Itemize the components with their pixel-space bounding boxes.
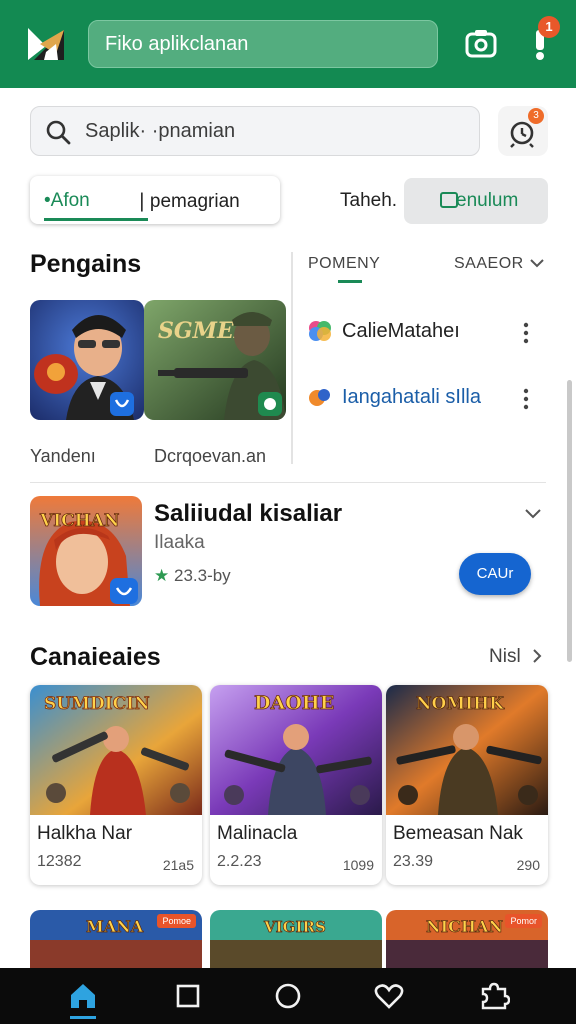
tab-popular[interactable]: POMENY: [308, 255, 380, 273]
star-icon: ★: [154, 566, 170, 585]
game-card-art-title: SUMDICIN: [44, 694, 150, 714]
featured-art: VICHAN: [30, 496, 142, 606]
list-item-2[interactable]: Iangahatali sIlla: [342, 386, 481, 409]
filter-chip-secondary[interactable]: enulum: [404, 178, 548, 224]
puzzle-icon[interactable]: [478, 980, 510, 1012]
game-value: 12382: [37, 853, 82, 870]
game-card-art: SUMDICIN: [30, 685, 202, 815]
filter-chip-label-2: ❘pemagrian: [134, 191, 240, 212]
search-icon: [46, 120, 71, 145]
game-card-art-title: NICHAN: [426, 917, 503, 936]
game-name: Malinacla: [217, 823, 298, 844]
more-icon[interactable]: [522, 322, 530, 344]
circle-icon[interactable]: [272, 980, 304, 1012]
filter-chip-active[interactable]: •Afon ❘pemagrian: [30, 176, 280, 224]
game-card[interactable]: SUMDICIN Halkha Nar 12382 21a5: [30, 685, 202, 885]
chevron-right-icon[interactable]: [532, 648, 542, 664]
game-name: Halkha Nar: [37, 823, 133, 844]
game-card-art: VIGIRS: [210, 910, 382, 970]
home-icon[interactable]: [67, 980, 99, 1012]
game-art-1: [30, 300, 144, 420]
install-button[interactable]: CAUr: [459, 553, 531, 595]
game-card-art: NOMIHK: [386, 685, 548, 815]
section-title-2: Canaieaies: [30, 643, 161, 671]
game-card-art-title: NOMIHK: [416, 694, 505, 714]
game-card-art-title: VIGIRS: [263, 918, 326, 936]
search-placeholder: Saplik· ·pnamian: [85, 120, 236, 142]
vertical-divider: [291, 252, 293, 464]
card-caption-2: Dcrqoevan.an: [154, 446, 267, 466]
game-card-partial[interactable]: NICHAN Pomor: [386, 910, 548, 970]
game-value-2: 1099: [342, 857, 374, 873]
game-value: 23.39: [393, 853, 434, 870]
game-card-partial[interactable]: MANA Pomoe: [30, 910, 202, 970]
featured-rating: ★ 23.3-by: [154, 566, 231, 586]
top-search-text: Fiko aplikclanan: [105, 33, 249, 55]
game-card-art: DAOHE: [210, 685, 382, 815]
card-caption-1: Yandenı: [30, 446, 96, 466]
game-card[interactable]: NOMIHK Bemeasan Nak 23.39 290: [386, 685, 548, 885]
game-value: 2.2.23: [217, 853, 262, 870]
game-card[interactable]: DAOHE Malinacla 2.2.23 1099: [210, 685, 382, 885]
tab-sort[interactable]: SAAEOR: [454, 255, 524, 273]
section-divider: [30, 482, 546, 483]
section-title: Pengains: [30, 250, 142, 278]
list-item-1[interactable]: CalieMataheı: [342, 320, 460, 343]
filter-chip-secondary-label: enulum: [456, 190, 519, 211]
active-nav-indicator: [70, 1016, 96, 1019]
game-card-art-title: DAOHE: [254, 692, 334, 714]
square-icon[interactable]: [172, 980, 204, 1012]
see-more-link[interactable]: Nisl: [489, 646, 521, 668]
heart-icon[interactable]: [373, 980, 405, 1012]
game-card-partial[interactable]: VIGIRS: [210, 910, 382, 970]
app-logo[interactable]: [26, 24, 66, 64]
game-value-2: 21a5: [162, 857, 194, 873]
featured-subtitle: Ilaaka: [154, 532, 205, 553]
featured-title: Saliiudal kisaliar: [154, 500, 343, 527]
camera-icon[interactable]: [464, 26, 498, 60]
featured-art-title: VICHAN: [39, 511, 119, 531]
game-card-1[interactable]: [30, 300, 144, 420]
small-badge: 3: [528, 108, 544, 124]
chevron-down-icon[interactable]: [524, 508, 542, 520]
chevron-down-icon[interactable]: [530, 258, 544, 268]
filter-chip-label-1: •Afon: [44, 190, 90, 211]
more-icon[interactable]: [522, 388, 530, 410]
hot-badge: Pomoe: [157, 914, 196, 928]
featured-rating-value: 23.3-by: [173, 566, 231, 585]
featured-game-image[interactable]: VICHAN: [30, 496, 142, 606]
game-card-2[interactable]: SGMEN: [144, 300, 286, 420]
game-name: Bemeasan Nak: [393, 823, 523, 844]
game-card-art-title: MANA: [86, 917, 144, 936]
filter-tab[interactable]: Taheh.: [340, 190, 397, 212]
tab-popular-underline: [338, 280, 362, 283]
top-search-field[interactable]: Fiko aplikclanan: [88, 20, 438, 68]
scrollbar[interactable]: [567, 380, 572, 662]
filter-chip-underline: [44, 218, 148, 221]
colorful-app-icon: [309, 321, 331, 341]
notification-badge: 1: [538, 16, 560, 38]
orange-app-icon: [309, 389, 330, 406]
hot-badge: Pomor: [505, 914, 542, 928]
game-art-2: SGMEN: [144, 300, 286, 420]
search-input[interactable]: Saplik· ·pnamian: [30, 106, 480, 156]
game-value-2: 290: [516, 857, 540, 873]
